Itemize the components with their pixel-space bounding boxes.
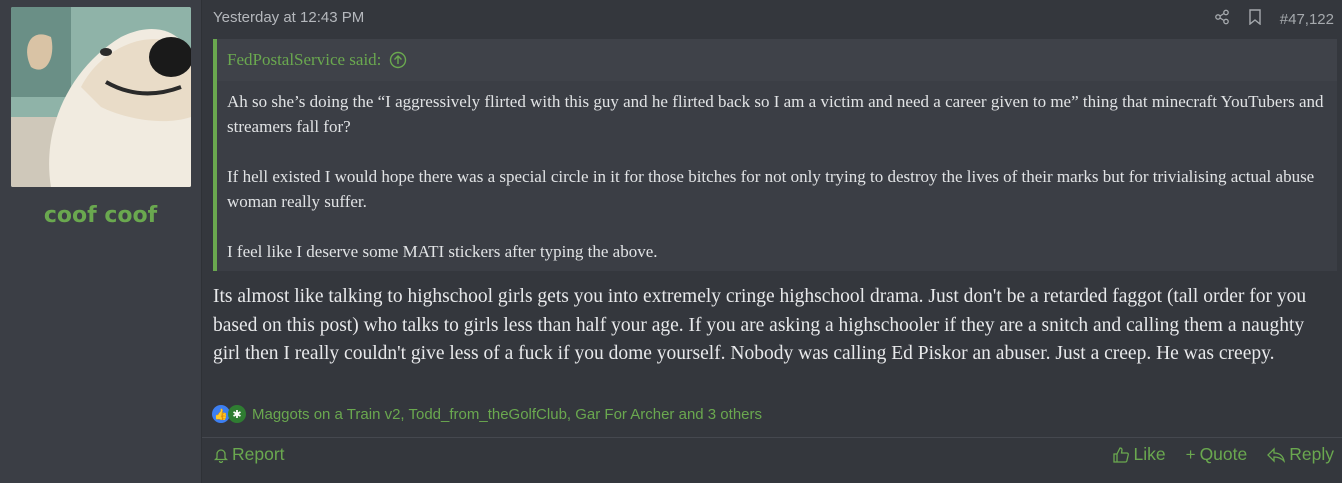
- quote-header[interactable]: FedPostalService said:: [217, 39, 1337, 81]
- post-number[interactable]: #47,122: [1280, 11, 1334, 28]
- reply-button[interactable]: Reply: [1267, 444, 1334, 465]
- post-message: Its almost like talking to highschool gi…: [213, 286, 1307, 364]
- reply-icon: [1267, 446, 1286, 463]
- quote-paragraph: If hell existed I would hope there was a…: [227, 167, 1315, 211]
- like-label: Like: [1133, 444, 1166, 464]
- post-main: Yesterday at 12:43 PM #47,122 FedPostalS…: [202, 0, 1342, 483]
- post-header: Yesterday at 12:43 PM #47,122: [213, 9, 1334, 29]
- post-header-actions: #47,122: [1214, 9, 1334, 29]
- reactions-list[interactable]: Maggots on a Train v2, Todd_from_theGolf…: [252, 406, 762, 423]
- plus-icon: +: [1185, 444, 1196, 464]
- dog-avatar-icon[interactable]: [10, 7, 191, 187]
- thumbs-up-icon: [1112, 446, 1129, 463]
- footer-divider: [202, 437, 1342, 438]
- quote-button[interactable]: + Quote: [1186, 444, 1248, 465]
- quote-paragraph: Ah so she’s doing the “I aggressively fl…: [227, 92, 1324, 136]
- reaction-icons: 👍 ✱: [212, 405, 246, 423]
- user-sidebar: coof coof: [0, 0, 202, 483]
- like-button[interactable]: Like: [1112, 444, 1166, 465]
- arrow-up-circle-icon[interactable]: [389, 51, 407, 69]
- report-label: Report: [232, 444, 285, 464]
- quote-paragraph: I feel like I deserve some MATI stickers…: [227, 242, 658, 261]
- hat-reaction-icon: ✱: [228, 405, 246, 423]
- quote-block: FedPostalService said: Ah so she’s doing…: [213, 39, 1337, 271]
- username[interactable]: coof coof: [44, 203, 157, 228]
- bell-icon: [214, 448, 228, 463]
- report-button[interactable]: Report: [214, 444, 285, 465]
- bookmark-icon[interactable]: [1248, 9, 1262, 29]
- reply-label: Reply: [1289, 444, 1334, 464]
- quote-author[interactable]: FedPostalService said:: [227, 50, 381, 70]
- post: coof coof Yesterday at 12:43 PM #47,122 …: [0, 0, 1342, 483]
- post-footer: Report Like + Quote Reply: [214, 444, 1334, 470]
- share-icon[interactable]: [1214, 9, 1230, 29]
- footer-actions: Like + Quote Reply: [1112, 444, 1334, 465]
- reactions-bar[interactable]: 👍 ✱ Maggots on a Train v2, Todd_from_the…: [212, 405, 762, 423]
- post-timestamp[interactable]: Yesterday at 12:43 PM: [213, 9, 364, 26]
- quote-label: Quote: [1199, 444, 1248, 464]
- quote-body: Ah so she’s doing the “I aggressively fl…: [217, 81, 1337, 264]
